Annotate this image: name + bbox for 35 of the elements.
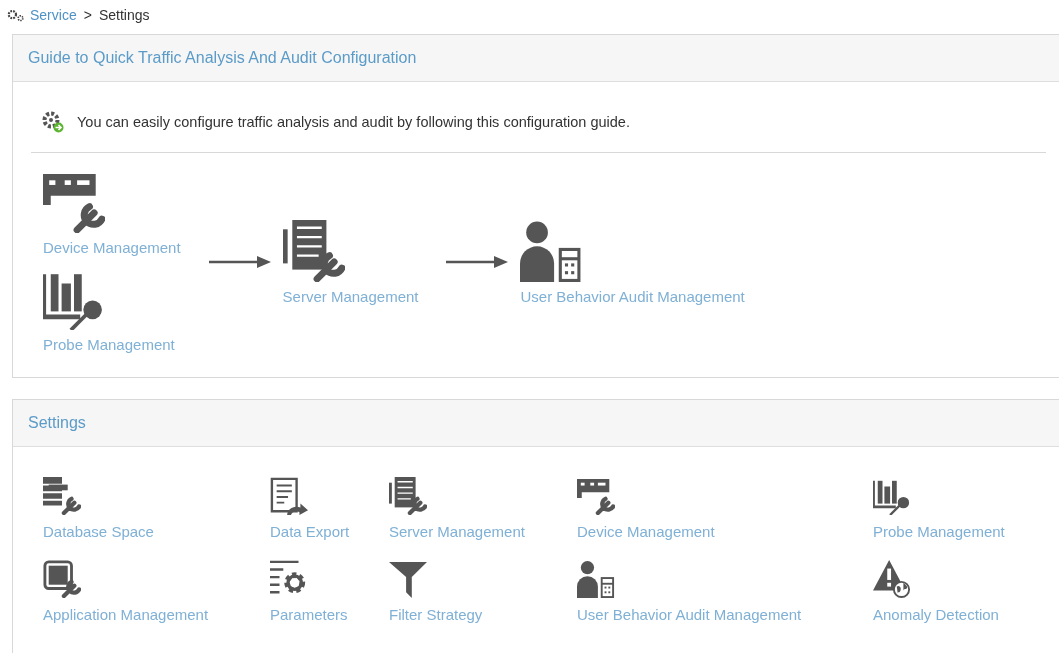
filter-icon[interactable] (389, 560, 427, 598)
window-wrench-icon[interactable] (43, 560, 81, 598)
settings-link[interactable]: Filter Strategy (389, 606, 483, 623)
breadcrumb-current: Settings (98, 7, 150, 23)
breadcrumb-separator: > (83, 7, 92, 23)
settings-link[interactable]: Probe Management (873, 523, 1005, 540)
settings-link[interactable]: User Behavior Audit Management (577, 606, 802, 623)
server-wrench-icon[interactable] (282, 219, 345, 282)
step-link[interactable]: User Behavior Audit Management (520, 287, 745, 305)
device-wrench-icon[interactable] (43, 171, 105, 233)
database-wrench-icon[interactable] (43, 477, 81, 515)
user-calculator-icon[interactable] (577, 560, 615, 598)
warning-globe-icon[interactable] (873, 560, 911, 598)
step-link[interactable]: Server Management (282, 287, 419, 305)
arrow (446, 256, 509, 268)
intro-text: You can easily configure traffic analysis and audit by following this configuration guide. (77, 114, 630, 130)
document-arrow-icon[interactable] (270, 477, 308, 515)
step-link[interactable]: Device Management (43, 239, 181, 256)
settings-link[interactable]: Device Management (577, 523, 715, 540)
device-wrench-icon[interactable] (577, 477, 615, 515)
settings-link[interactable]: Server Management (389, 523, 525, 540)
arrow (208, 256, 271, 268)
settings-link[interactable]: Parameters (270, 606, 348, 623)
user-calculator-icon[interactable] (520, 219, 583, 282)
panel-title: Settings (28, 414, 86, 432)
settings-link[interactable]: Application Management (43, 606, 209, 623)
server-wrench-icon[interactable] (389, 477, 427, 515)
breadcrumb-link[interactable]: Service (30, 7, 77, 23)
settings-link[interactable]: Anomaly Detection (873, 606, 999, 623)
settings-link[interactable]: Database Space (43, 523, 154, 540)
gears-icon (7, 8, 25, 22)
step-link[interactable]: Probe Management (43, 336, 175, 353)
gear-arrow-icon (41, 110, 65, 134)
panel-title: Guide to Quick Traffic Analysis And Audit Configuration (28, 49, 417, 67)
settings-link[interactable]: Data Export (270, 523, 350, 540)
